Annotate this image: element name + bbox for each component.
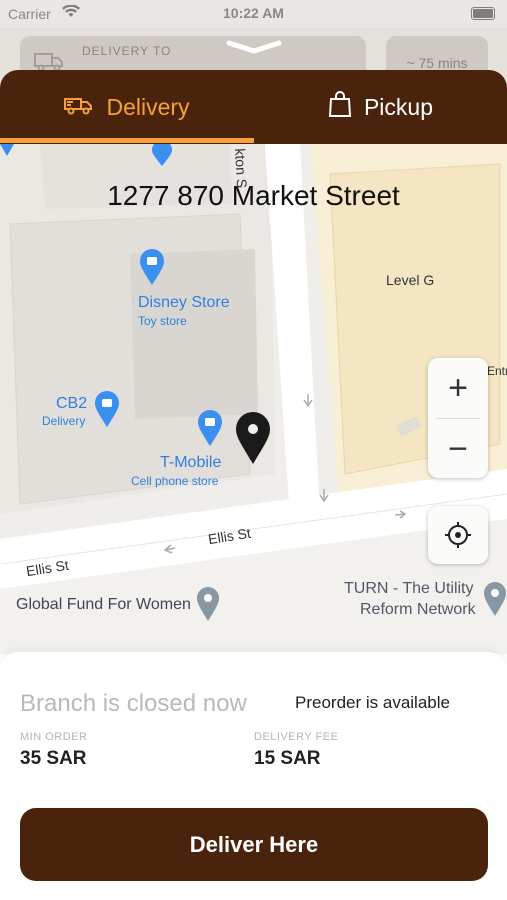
- shopping-pin-icon[interactable]: [150, 144, 174, 166]
- poi-category: Cell phone store: [131, 474, 219, 488]
- truck-icon: [64, 93, 94, 121]
- selected-address: 1277 870 Market Street: [107, 180, 400, 211]
- place-pin-icon[interactable]: [196, 587, 220, 621]
- deliver-here-button[interactable]: Deliver Here: [20, 808, 488, 881]
- tab-pickup-label: Pickup: [363, 93, 434, 120]
- t-mobile-pin-icon[interactable]: [197, 410, 223, 446]
- poi-category: Toy store: [138, 314, 187, 328]
- shopping-bag-icon: [328, 90, 352, 124]
- battery-icon: [471, 7, 495, 20]
- crosshair-icon: [445, 522, 471, 548]
- tab-delivery-label: Delivery: [106, 93, 190, 120]
- eta-label: ~ 75 mins: [406, 55, 468, 71]
- poi-name-line2: Reform Network: [360, 601, 476, 618]
- zoom-controls: + −: [428, 358, 488, 478]
- poi-name[interactable]: T-Mobile: [160, 454, 221, 472]
- status-bar: Carrier 10:22 AM: [0, 0, 507, 28]
- status-time: 10:22 AM: [223, 5, 284, 21]
- my-location-button[interactable]: [428, 506, 488, 564]
- place-pin-icon[interactable]: [483, 582, 507, 616]
- sheet-dismiss-chevron-icon[interactable]: [226, 40, 282, 59]
- entry-label: Entr: [487, 364, 507, 378]
- delivery-fee-label: DELIVERY FEE: [254, 731, 339, 743]
- delivery-to-label: DELIVERY TO: [82, 44, 172, 58]
- poi-name[interactable]: Disney Store: [138, 294, 230, 312]
- delivery-fee-value: 15 SAR: [254, 748, 321, 769]
- preorder-label: Preorder is available: [295, 693, 450, 712]
- poi-name[interactable]: Global Fund For Women: [16, 596, 191, 614]
- shopping-pin-icon[interactable]: [0, 144, 14, 156]
- poi-name[interactable]: CB2: [56, 395, 87, 413]
- level-label: Level G: [386, 272, 435, 288]
- poi-category: Delivery: [42, 414, 86, 428]
- disney-store-pin-icon[interactable]: [139, 249, 165, 285]
- active-tab-indicator: [0, 138, 254, 143]
- min-order-label: MIN ORDER: [20, 731, 88, 743]
- poi-name[interactable]: TURN - The Utility: [344, 580, 474, 598]
- tab-pickup[interactable]: Pickup: [254, 70, 507, 144]
- location-marker-icon[interactable]: [235, 412, 271, 464]
- zoom-in-button[interactable]: +: [428, 358, 488, 418]
- min-order-value: 35 SAR: [20, 748, 87, 769]
- branch-status: Branch is closed now: [20, 690, 247, 717]
- zoom-out-button[interactable]: −: [428, 419, 488, 479]
- cb2-pin-icon[interactable]: [94, 391, 120, 427]
- tab-delivery[interactable]: Delivery: [0, 70, 254, 144]
